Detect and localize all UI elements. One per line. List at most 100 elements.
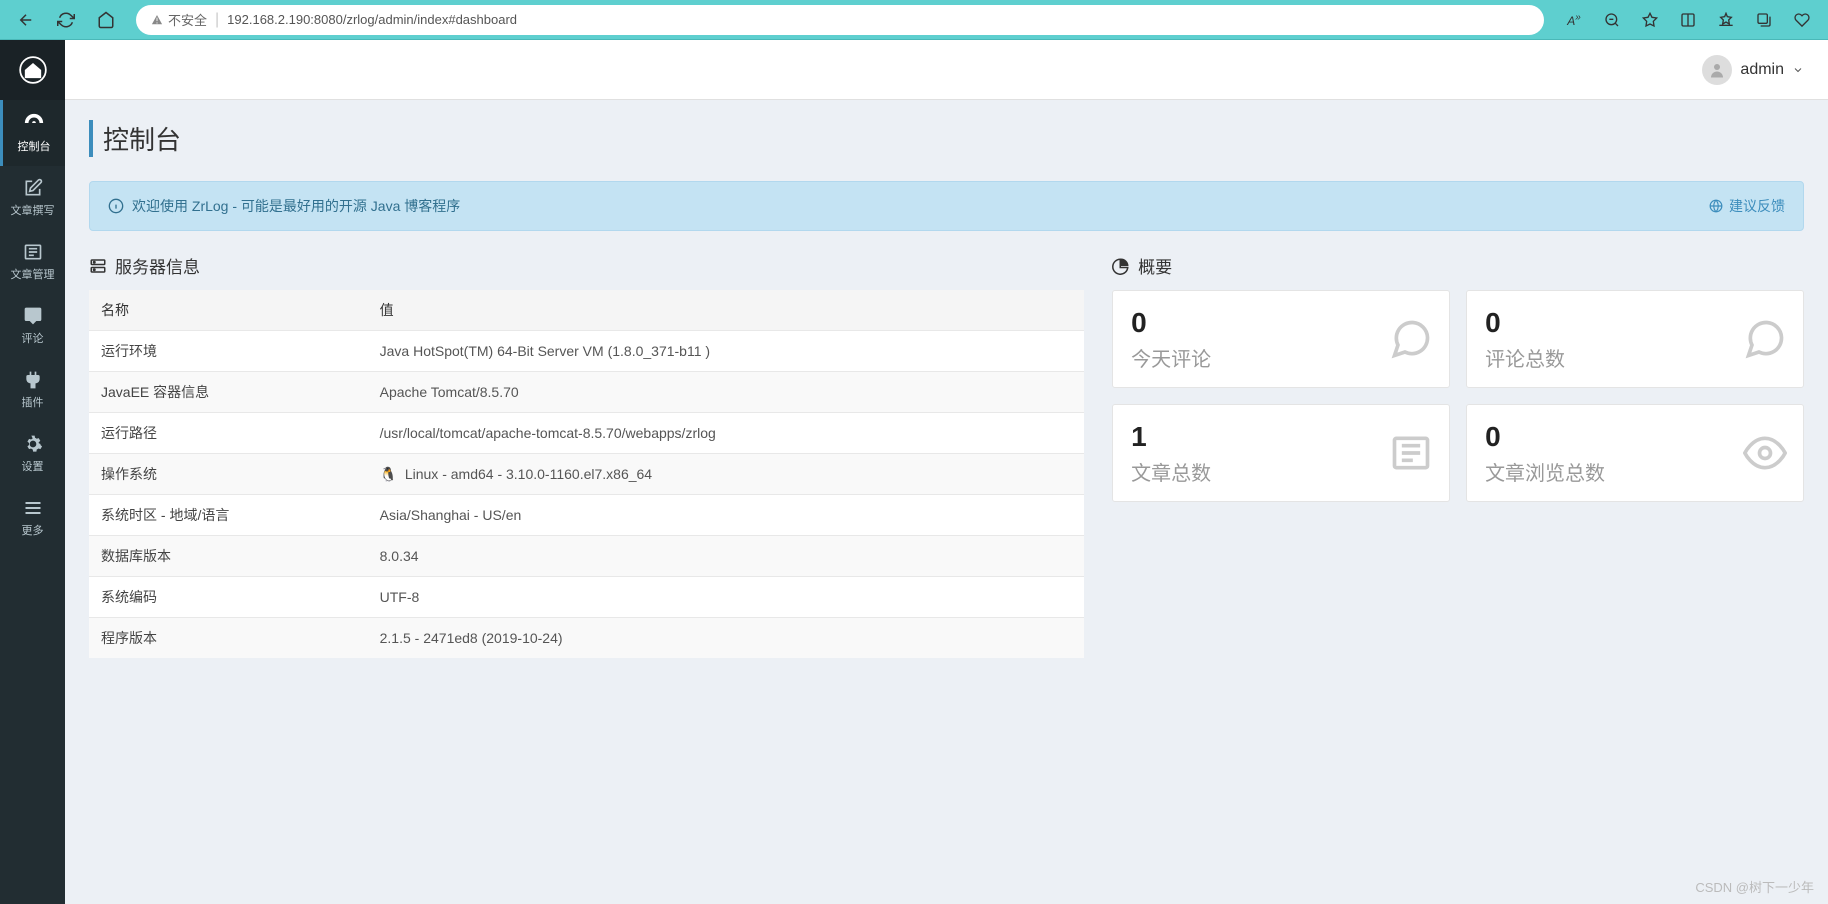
row-value: 2.1.5 - 2471ed8 (2019-10-24) bbox=[368, 618, 1085, 659]
th-name: 名称 bbox=[89, 290, 368, 331]
sidebar-item-dashboard[interactable]: 控制台 bbox=[0, 100, 65, 166]
row-name: 系统时区 - 地域/语言 bbox=[89, 495, 368, 536]
sidebar-label: 更多 bbox=[22, 522, 44, 538]
stat-label: 今天评论 bbox=[1131, 343, 1431, 372]
stat-value: 1 bbox=[1131, 421, 1431, 453]
chat-icon bbox=[23, 306, 43, 326]
browser-bar: 不安全 | 192.168.2.190:8080/zrlog/admin/ind… bbox=[0, 0, 1828, 40]
home-icon bbox=[97, 11, 115, 29]
row-value: 🐧 Linux - amd64 - 3.10.0-1160.el7.x86_64 bbox=[368, 454, 1085, 495]
sidebar-label: 设置 bbox=[22, 458, 44, 474]
favorites-icon bbox=[1718, 12, 1734, 28]
th-value: 值 bbox=[368, 290, 1085, 331]
reader-button[interactable]: A» bbox=[1558, 4, 1590, 36]
sidebar-label: 文章管理 bbox=[11, 266, 55, 282]
sidebar-item-plugins[interactable]: 插件 bbox=[0, 358, 65, 422]
username: admin bbox=[1740, 61, 1784, 79]
server-info-title: 服务器信息 bbox=[89, 253, 1084, 278]
user-icon bbox=[1708, 61, 1726, 79]
row-value: UTF-8 bbox=[368, 577, 1085, 618]
watermark: CSDN @树下一少年 bbox=[1695, 877, 1814, 896]
table-row: JavaEE 容器信息Apache Tomcat/8.5.70 bbox=[89, 372, 1084, 413]
row-value: /usr/local/tomcat/apache-tomcat-8.5.70/w… bbox=[368, 413, 1085, 454]
page-title: 控制台 bbox=[89, 120, 1804, 157]
stat-label: 文章浏览总数 bbox=[1485, 457, 1785, 486]
chat-icon bbox=[1389, 317, 1433, 361]
stat-card[interactable]: 0 文章浏览总数 bbox=[1466, 404, 1804, 502]
chevron-down-icon bbox=[1792, 64, 1804, 76]
row-name: 程序版本 bbox=[89, 618, 368, 659]
gear-icon bbox=[23, 434, 43, 454]
row-value: Asia/Shanghai - US/en bbox=[368, 495, 1085, 536]
stat-label: 文章总数 bbox=[1131, 457, 1431, 486]
stat-value: 0 bbox=[1485, 307, 1785, 339]
reader-icon: A» bbox=[1567, 12, 1581, 28]
news-icon bbox=[1389, 431, 1433, 475]
warning-icon bbox=[150, 13, 164, 27]
sidebar-item-comments[interactable]: 评论 bbox=[0, 294, 65, 358]
dashboard-icon bbox=[23, 112, 45, 134]
sidebar-item-articles[interactable]: 文章管理 bbox=[0, 230, 65, 294]
row-name: 数据库版本 bbox=[89, 536, 368, 577]
overview-title: 概要 bbox=[1112, 253, 1804, 278]
row-value: Java HotSpot(TM) 64-Bit Server VM (1.8.0… bbox=[368, 331, 1085, 372]
sidebar: 控制台 文章撰写 文章管理 评论 插件 设置 更多 bbox=[0, 40, 65, 904]
collections-button[interactable] bbox=[1748, 4, 1780, 36]
sidebar-label: 文章撰写 bbox=[11, 202, 55, 218]
linux-icon: 🐧 bbox=[380, 466, 397, 482]
row-name: 运行路径 bbox=[89, 413, 368, 454]
table-row: 运行路径/usr/local/tomcat/apache-tomcat-8.5.… bbox=[89, 413, 1084, 454]
stat-label: 评论总数 bbox=[1485, 343, 1785, 372]
arrow-left-icon bbox=[17, 11, 35, 29]
avatar bbox=[1702, 55, 1732, 85]
url-bar[interactable]: 不安全 | 192.168.2.190:8080/zrlog/admin/ind… bbox=[136, 5, 1544, 35]
topbar: admin bbox=[65, 40, 1828, 100]
eye-icon bbox=[1743, 431, 1787, 475]
split-icon bbox=[1680, 12, 1696, 28]
sidebar-label: 评论 bbox=[22, 330, 44, 346]
server-info-table: 名称 值 运行环境Java HotSpot(TM) 64-Bit Server … bbox=[89, 290, 1084, 658]
main: admin 控制台 欢迎使用 ZrLog - 可能是最好用的开源 Java 博客… bbox=[65, 40, 1828, 904]
favorites-button[interactable] bbox=[1710, 4, 1742, 36]
home-button[interactable] bbox=[90, 4, 122, 36]
sidebar-item-settings[interactable]: 设置 bbox=[0, 422, 65, 486]
feedback-link[interactable]: 建议反馈 bbox=[1709, 196, 1785, 216]
performance-button[interactable] bbox=[1786, 4, 1818, 36]
plug-icon bbox=[23, 370, 43, 390]
sidebar-label: 插件 bbox=[22, 394, 44, 410]
welcome-banner: 欢迎使用 ZrLog - 可能是最好用的开源 Java 博客程序 建议反馈 bbox=[89, 181, 1804, 231]
security-indicator: 不安全 bbox=[150, 10, 207, 29]
heart-pulse-icon bbox=[1794, 12, 1810, 28]
table-row: 系统编码UTF-8 bbox=[89, 577, 1084, 618]
table-row: 系统时区 - 地域/语言Asia/Shanghai - US/en bbox=[89, 495, 1084, 536]
row-name: 系统编码 bbox=[89, 577, 368, 618]
zoom-out-icon bbox=[1604, 12, 1620, 28]
stat-value: 0 bbox=[1131, 307, 1431, 339]
table-row: 程序版本2.1.5 - 2471ed8 (2019-10-24) bbox=[89, 618, 1084, 659]
globe-icon bbox=[1709, 199, 1723, 213]
star-icon bbox=[1642, 12, 1658, 28]
user-menu[interactable]: admin bbox=[1702, 55, 1804, 85]
welcome-text: 欢迎使用 ZrLog - 可能是最好用的开源 Java 博客程序 bbox=[132, 196, 460, 216]
sidebar-label: 控制台 bbox=[18, 138, 51, 154]
stat-card[interactable]: 1 文章总数 bbox=[1112, 404, 1450, 502]
sidebar-brand[interactable] bbox=[0, 40, 65, 100]
brand-home-icon bbox=[19, 56, 47, 84]
row-name: 操作系统 bbox=[89, 454, 368, 495]
table-row: 运行环境Java HotSpot(TM) 64-Bit Server VM (1… bbox=[89, 331, 1084, 372]
stat-value: 0 bbox=[1485, 421, 1785, 453]
stat-card[interactable]: 0 今天评论 bbox=[1112, 290, 1450, 388]
stat-card[interactable]: 0 评论总数 bbox=[1466, 290, 1804, 388]
collections-icon bbox=[1756, 12, 1772, 28]
sidebar-item-more[interactable]: 更多 bbox=[0, 486, 65, 550]
refresh-icon bbox=[57, 11, 75, 29]
zoom-button[interactable] bbox=[1596, 4, 1628, 36]
info-icon bbox=[108, 198, 124, 214]
row-value: 8.0.34 bbox=[368, 536, 1085, 577]
back-button[interactable] bbox=[10, 4, 42, 36]
sidebar-item-write[interactable]: 文章撰写 bbox=[0, 166, 65, 230]
refresh-button[interactable] bbox=[50, 4, 82, 36]
split-button[interactable] bbox=[1672, 4, 1704, 36]
favorite-button[interactable] bbox=[1634, 4, 1666, 36]
url-text: 192.168.2.190:8080/zrlog/admin/index#das… bbox=[227, 12, 517, 27]
